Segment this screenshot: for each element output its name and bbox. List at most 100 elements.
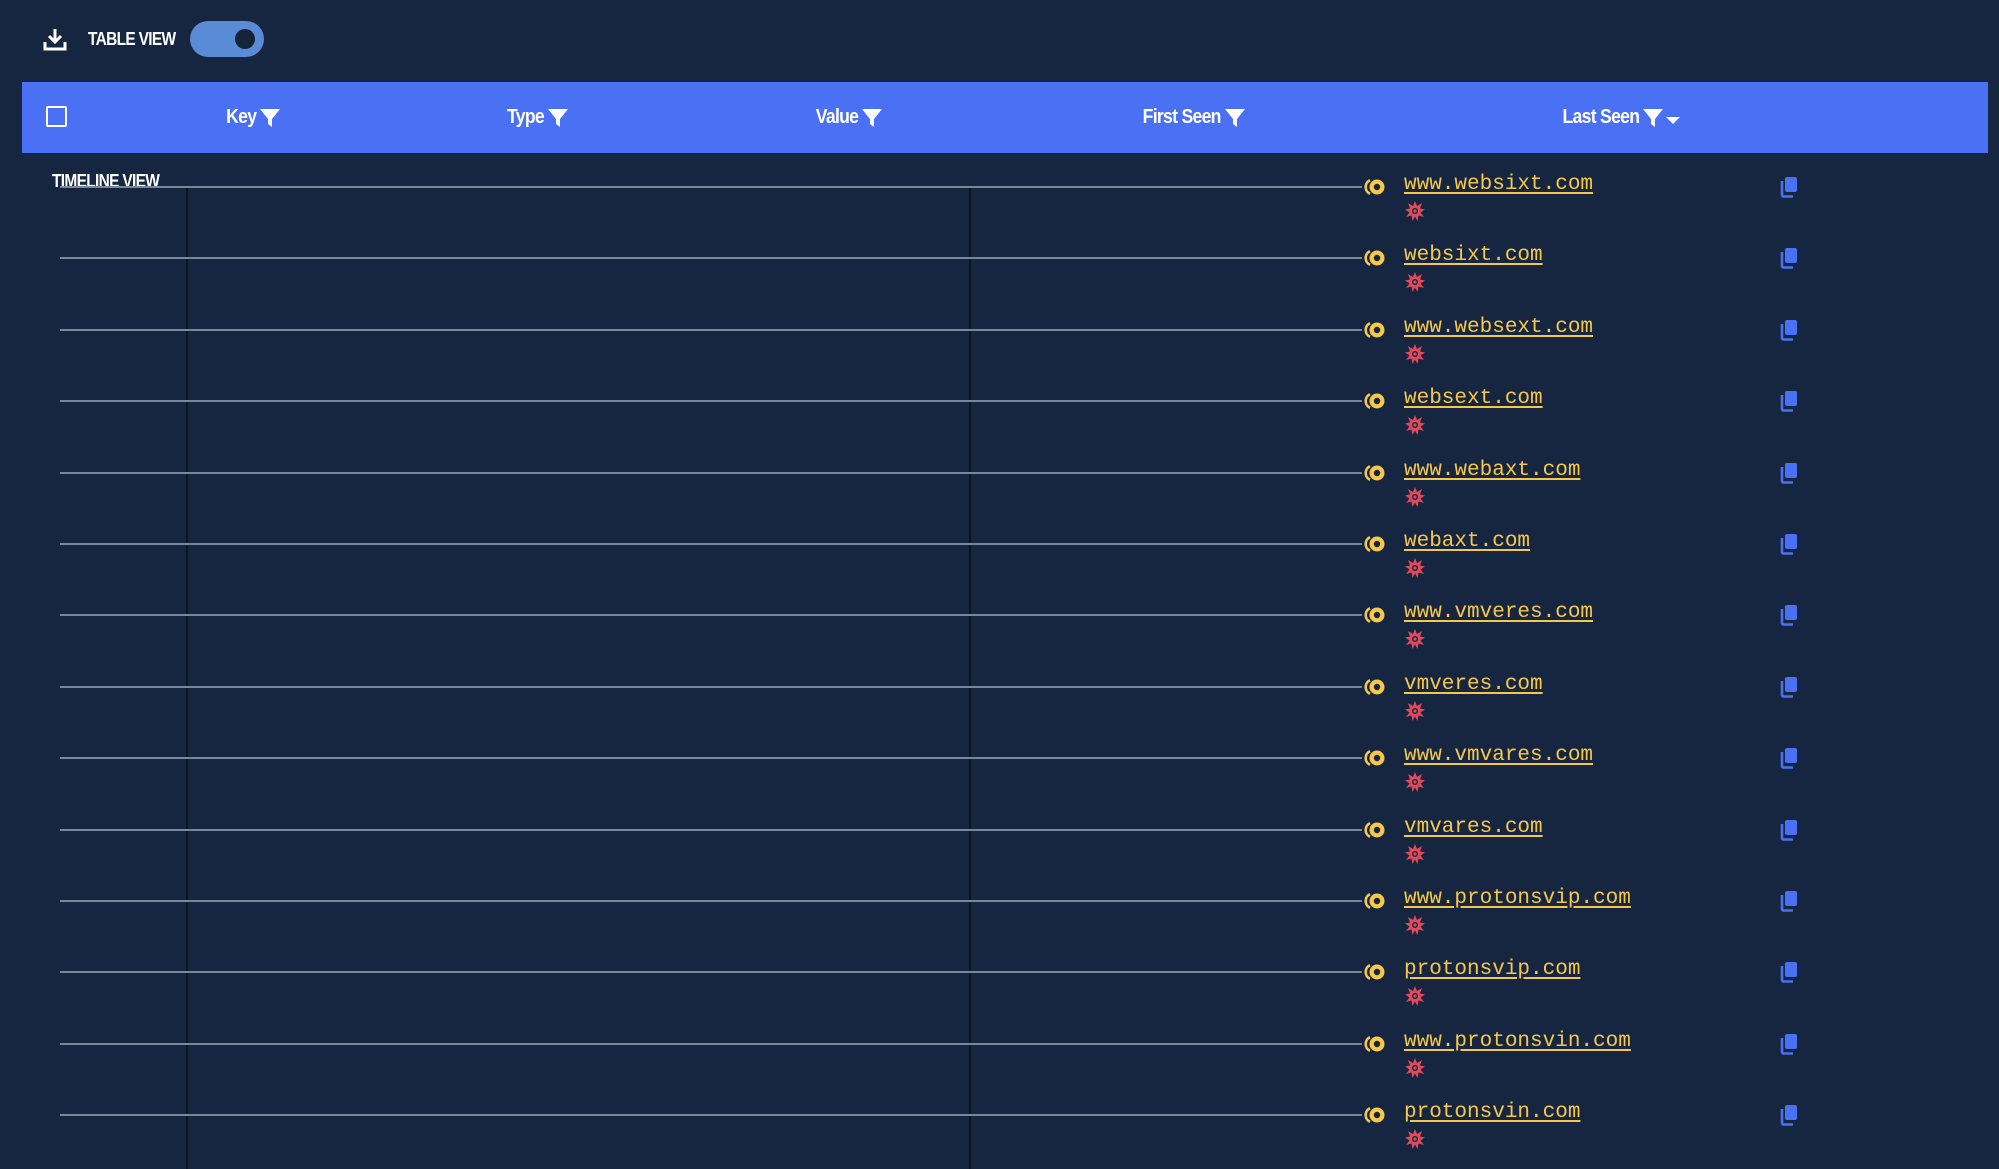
coin-stack-icon — [1364, 179, 1385, 195]
column-header-last-seen[interactable]: Last Seen — [1552, 82, 1681, 153]
copy-button[interactable] — [1778, 603, 1800, 627]
timeline-bar — [60, 1114, 1362, 1116]
timeline-bar — [60, 686, 1362, 688]
copy-button[interactable] — [1778, 746, 1800, 770]
threat-icon — [1405, 1129, 1425, 1149]
domain-link[interactable]: www.websext.com — [1404, 316, 1593, 339]
timeline-bar — [60, 829, 1362, 831]
timeline-bar — [60, 186, 1362, 188]
domain-link[interactable]: protonsvip.com — [1404, 958, 1580, 981]
timeline-bar — [60, 971, 1362, 973]
coin-stack-icon — [1364, 679, 1385, 695]
timeline-row: websext.com — [0, 367, 1999, 438]
coin-stack-icon — [1364, 322, 1385, 338]
sort-descending-icon — [1666, 116, 1681, 124]
copy-icon — [1780, 248, 1797, 269]
select-all-checkbox[interactable] — [46, 106, 67, 127]
copy-button[interactable] — [1778, 246, 1800, 270]
copy-button[interactable] — [1778, 389, 1800, 413]
threat-icon — [1405, 415, 1425, 435]
domain-link[interactable]: www.vmveres.com — [1404, 601, 1593, 624]
timeline-row: www.vmveres.com — [0, 581, 1999, 652]
timeline-row: vmvares.com — [0, 796, 1999, 867]
filter-icon — [1224, 108, 1245, 127]
domain-link[interactable]: websext.com — [1404, 387, 1543, 410]
timeline-bar — [60, 329, 1362, 331]
copy-icon — [1780, 962, 1797, 983]
copy-icon — [1780, 534, 1797, 555]
view-toolbar: TABLE VIEW TIMELINE VIEW — [40, 18, 264, 191]
timeline-row: www.protonsvin.com — [0, 1010, 1999, 1081]
timeline-row: websixt.com — [0, 224, 1999, 295]
domain-link[interactable]: websixt.com — [1404, 244, 1543, 267]
column-header-first-seen[interactable]: First Seen — [1132, 82, 1246, 153]
copy-button[interactable] — [1778, 960, 1800, 984]
coin-stack-icon — [1364, 465, 1385, 481]
timeline-bar — [60, 614, 1362, 616]
download-button[interactable] — [40, 24, 70, 54]
timeline-row: www.protonsvip.com — [0, 867, 1999, 938]
column-header-key[interactable]: Key — [222, 82, 281, 153]
filter-icon — [1643, 108, 1664, 127]
threat-icon — [1405, 487, 1425, 507]
timeline-bar — [60, 1043, 1362, 1045]
filter-icon — [862, 108, 883, 127]
timeline-row: www.websixt.com — [0, 153, 1999, 224]
timeline-bar — [60, 757, 1362, 759]
copy-icon — [1780, 605, 1797, 626]
domain-link[interactable]: vmveres.com — [1404, 673, 1543, 696]
threat-icon — [1405, 272, 1425, 292]
coin-stack-icon — [1364, 536, 1385, 552]
column-header-type[interactable]: Type — [502, 82, 569, 153]
domain-link[interactable]: www.webaxt.com — [1404, 459, 1580, 482]
copy-button[interactable] — [1778, 675, 1800, 699]
copy-button[interactable] — [1778, 889, 1800, 913]
coin-stack-icon — [1364, 607, 1385, 623]
domain-link[interactable]: www.websixt.com — [1404, 173, 1593, 196]
coin-stack-icon — [1364, 893, 1385, 909]
coin-stack-icon — [1364, 1107, 1385, 1123]
copy-icon — [1780, 1034, 1797, 1055]
timeline-row: vmveres.com — [0, 653, 1999, 724]
copy-icon — [1780, 748, 1797, 769]
timeline-row: www.webaxt.com — [0, 439, 1999, 510]
coin-stack-icon — [1364, 750, 1385, 766]
threat-icon — [1405, 201, 1425, 221]
domain-link[interactable]: webaxt.com — [1404, 530, 1530, 553]
copy-icon — [1780, 891, 1797, 912]
domain-link[interactable]: protonsvin.com — [1404, 1101, 1580, 1124]
copy-button[interactable] — [1778, 175, 1800, 199]
timeline-page: TABLE VIEW TIMELINE VIEW Key Type Value … — [0, 0, 1999, 1169]
copy-button[interactable] — [1778, 532, 1800, 556]
copy-button[interactable] — [1778, 1032, 1800, 1056]
timeline-row: www.websext.com — [0, 296, 1999, 367]
threat-icon — [1405, 772, 1425, 792]
domain-link[interactable]: vmvares.com — [1404, 816, 1543, 839]
coin-stack-icon — [1364, 1036, 1385, 1052]
coin-stack-icon — [1364, 964, 1385, 980]
copy-button[interactable] — [1778, 318, 1800, 342]
domain-link[interactable]: www.protonsvip.com — [1404, 887, 1631, 910]
copy-button[interactable] — [1778, 461, 1800, 485]
table-view-label: TABLE VIEW — [88, 28, 176, 49]
domain-link[interactable]: www.protonsvin.com — [1404, 1030, 1631, 1053]
column-header-value[interactable]: Value — [810, 82, 883, 153]
threat-icon — [1405, 558, 1425, 578]
copy-icon — [1780, 677, 1797, 698]
timeline-bar — [60, 472, 1362, 474]
timeline-bar — [60, 543, 1362, 545]
copy-button[interactable] — [1778, 818, 1800, 842]
threat-icon — [1405, 1058, 1425, 1078]
coin-stack-icon — [1364, 393, 1385, 409]
copy-icon — [1780, 463, 1797, 484]
timeline-row: www.vmvares.com — [0, 724, 1999, 795]
copy-icon — [1780, 391, 1797, 412]
coin-stack-icon — [1364, 250, 1385, 266]
copy-button[interactable] — [1778, 1103, 1800, 1127]
domain-link[interactable]: www.vmvares.com — [1404, 744, 1593, 767]
timeline-row: protonsvin.com — [0, 1081, 1999, 1152]
copy-icon — [1780, 1105, 1797, 1126]
threat-icon — [1405, 844, 1425, 864]
view-toggle[interactable] — [189, 21, 264, 57]
timeline-bar — [60, 400, 1362, 402]
